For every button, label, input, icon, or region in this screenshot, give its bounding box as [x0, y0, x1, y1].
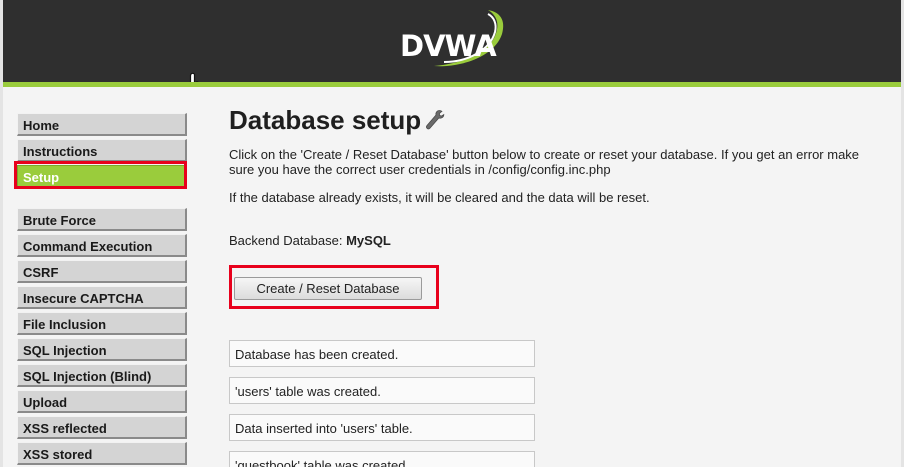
- sidebar-item-label: Setup: [23, 170, 60, 185]
- sidebar-item-label: Brute Force: [23, 213, 96, 228]
- backend-database-info: Backend Database: MySQL: [229, 233, 391, 248]
- logo-text: DVWA: [400, 29, 497, 63]
- sidebar-item-home[interactable]: Home: [17, 113, 187, 136]
- create-reset-database-button[interactable]: Create / Reset Database: [234, 277, 422, 300]
- setup-intro-text: Click on the 'Create / Reset Database' b…: [229, 147, 860, 177]
- sidebar-item-label: Insecure CAPTCHA: [23, 291, 144, 306]
- sidebar-item-insecure-captcha[interactable]: Insecure CAPTCHA: [17, 286, 187, 309]
- sidebar-item-sql-injection[interactable]: SQL Injection: [17, 338, 187, 361]
- sidebar-item-command-execution[interactable]: Command Execution: [17, 234, 187, 257]
- sidebar-item-file-inclusion[interactable]: File Inclusion: [17, 312, 187, 335]
- sidebar-item-label: Instructions: [23, 144, 98, 159]
- sidebar-item-label: XSS reflected: [23, 421, 107, 436]
- wrench-icon: [424, 108, 448, 132]
- sidebar-item-sql-injection-blind[interactable]: SQL Injection (Blind): [17, 364, 187, 387]
- sidebar-item-xss-stored[interactable]: XSS stored: [17, 442, 187, 465]
- sidebar-item-csrf[interactable]: CSRF: [17, 260, 187, 283]
- sidebar-item-label: Upload: [23, 395, 68, 410]
- backend-database-label: Backend Database:: [229, 233, 343, 248]
- status-message: 'guestbook' table was created.: [229, 451, 535, 467]
- sidebar-item-setup[interactable]: Setup: [17, 165, 187, 188]
- status-message: Data inserted into 'users' table.: [229, 414, 535, 441]
- status-message: Database has been created.: [229, 340, 535, 367]
- sidebar-item-label: CSRF: [23, 265, 59, 280]
- sidebar-item-instructions[interactable]: Instructions: [17, 139, 187, 162]
- sidebar-item-label: File Inclusion: [23, 317, 107, 332]
- sidebar-item-label: Home: [23, 118, 60, 133]
- sidebar-item-upload[interactable]: Upload: [17, 390, 187, 413]
- sidebar-item-label: XSS stored: [23, 447, 93, 462]
- sidebar-item-brute-force[interactable]: Brute Force: [17, 208, 187, 231]
- backend-database-value: MySQL: [346, 233, 391, 248]
- sidebar-item-label: SQL Injection: [23, 343, 107, 358]
- sidebar-item-label: SQL Injection (Blind): [23, 369, 152, 384]
- status-message: 'users' table was created.: [229, 377, 535, 404]
- page-title: Database setup: [229, 105, 422, 135]
- sidebar-item-label: Command Execution: [23, 239, 153, 254]
- dvwa-logo[interactable]: DVWA: [398, 8, 508, 70]
- sidebar-item-xss-reflected[interactable]: XSS reflected: [17, 416, 187, 439]
- reset-warning-text: If the database already exists, it will …: [229, 190, 650, 205]
